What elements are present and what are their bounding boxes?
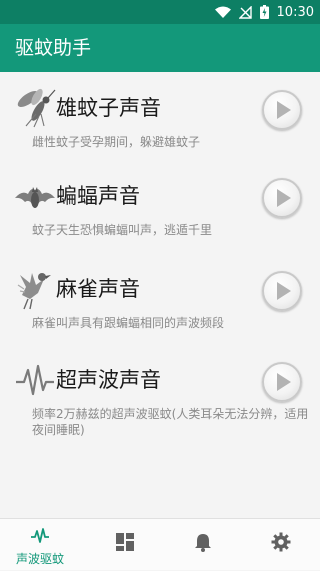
status-time: 10:30 [276, 4, 314, 20]
sparrow-icon [17, 273, 51, 310]
play-button[interactable] [262, 90, 302, 130]
tab-settings[interactable] [241, 519, 320, 571]
sound-title: 蝙蝠声音 [56, 184, 140, 208]
tab-notifications[interactable] [163, 519, 243, 571]
play-button[interactable] [262, 178, 302, 218]
bottom-navigation: 声波驱蚊 [0, 518, 320, 570]
bell-icon [195, 534, 211, 552]
gear-icon [271, 532, 291, 552]
play-icon [277, 101, 291, 119]
status-bar: 10:30 [0, 0, 320, 24]
tab-label: 声波驱蚊 [15, 552, 64, 566]
app-bar: 驱蚊助手 [0, 24, 320, 72]
sound-title: 超声波声音 [56, 368, 161, 392]
no-signal-icon [238, 5, 252, 19]
sound-description: 频率2万赫兹的超声波驱蚊(人类耳朵无法分辨，适用夜间睡眠) [32, 407, 309, 437]
battery-charging-icon [259, 5, 269, 19]
mosquito-icon [17, 88, 56, 128]
sound-description: 麻雀叫声具有跟蝙蝠相同的声波频段 [32, 316, 225, 330]
sound-title: 雄蚊子声音 [56, 96, 161, 120]
play-button[interactable] [262, 271, 302, 311]
wifi-icon [214, 6, 231, 18]
play-button[interactable] [262, 362, 302, 402]
waveform-icon [16, 364, 54, 396]
dashboard-icon [116, 533, 134, 551]
tab-dashboard[interactable] [85, 519, 165, 571]
waveform-icon [31, 528, 49, 543]
sound-description: 蚊子天生恐惧蝙蝠叫声，逃遁千里 [32, 223, 213, 237]
play-icon [277, 373, 291, 391]
status-icons: 10:30 [214, 3, 314, 21]
sound-description: 雌性蚊子受孕期间，躲避雄蚊子 [32, 135, 201, 149]
bat-icon [15, 187, 55, 208]
tab-sound-repel[interactable]: 声波驱蚊 [0, 519, 80, 571]
play-icon [277, 189, 291, 207]
app-title: 驱蚊助手 [15, 37, 92, 59]
sound-title: 麻雀声音 [56, 277, 140, 301]
sound-list: 雄蚊子声音 雌性蚊子受孕期间，躲避雄蚊子 蝙蝠声音 蚊子天生恐惧蝙蝠叫声，逃遁千… [0, 72, 320, 518]
play-icon [277, 282, 291, 300]
